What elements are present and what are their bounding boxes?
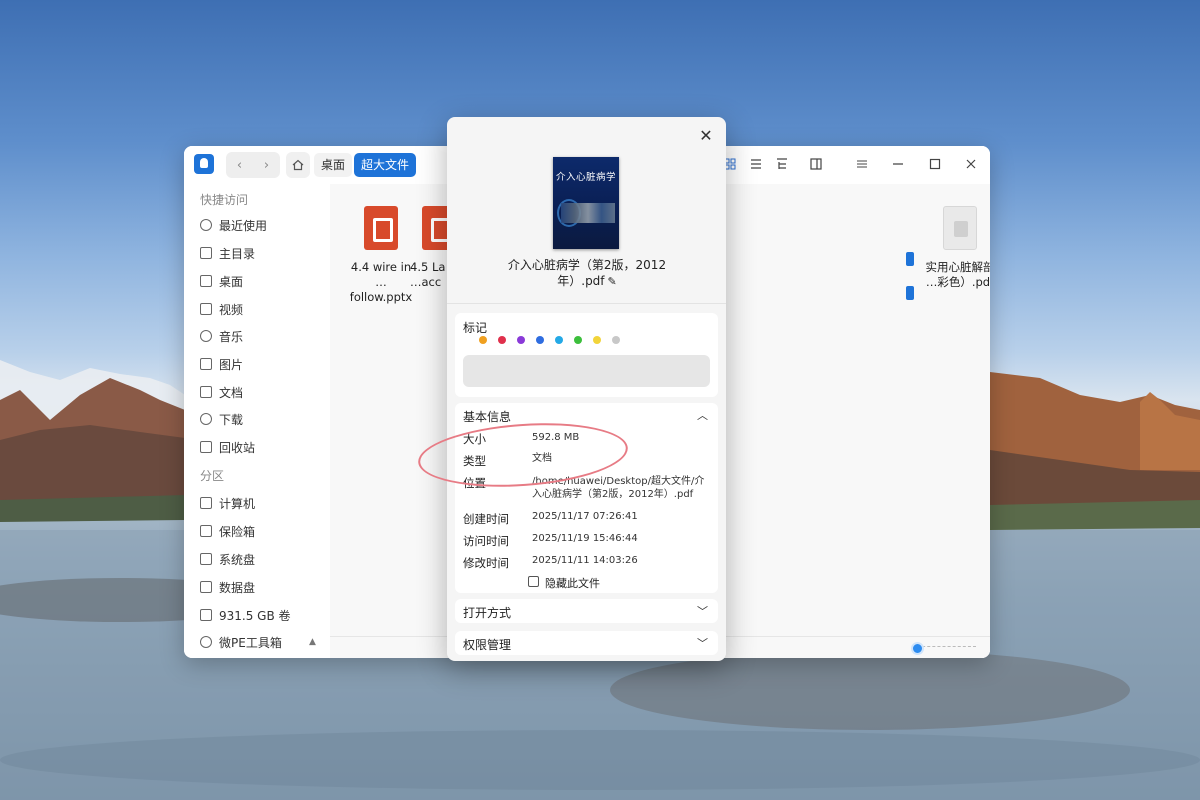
- hide-file-checkbox[interactable]: [528, 576, 539, 587]
- tag-color-gray[interactable]: [612, 336, 620, 344]
- sidebar: 快捷访问 最近使用 主目录 桌面 视频 音乐 图片 文档 下载 回收站 分区 计…: [184, 184, 330, 658]
- info-label-accessed: 访问时间: [463, 534, 509, 548]
- sidebar-item-computer[interactable]: 计算机: [200, 493, 255, 513]
- back-icon[interactable]: ‹: [226, 152, 253, 178]
- download-icon: [200, 413, 212, 425]
- permissions-section[interactable]: 权限管理 ﹀: [455, 631, 718, 655]
- properties-dialog: ✕ 介入心脏病学 介入心脏病学（第2版，2012 年）.pdf ✎ 标记 基本信息…: [447, 117, 726, 661]
- maximize-icon[interactable]: [927, 156, 943, 172]
- forward-icon[interactable]: ›: [253, 152, 280, 178]
- breadcrumb-desktop[interactable]: 桌面: [314, 153, 353, 177]
- computer-icon: [200, 497, 212, 509]
- partition-title: 分区: [200, 469, 225, 483]
- disk-icon: [200, 609, 212, 621]
- sidebar-item-home[interactable]: 主目录: [200, 243, 255, 263]
- file-name: 介入心脏病学（第2版，2012 年）.pdf ✎: [507, 258, 667, 288]
- book-cover-title: 介入心脏病学: [555, 172, 616, 183]
- tag-color-orange[interactable]: [479, 336, 487, 344]
- book-cover-thumbnail: 介入心脏病学: [553, 157, 619, 249]
- menu-icon[interactable]: [854, 156, 870, 172]
- clock-icon: [200, 219, 212, 231]
- pdf-icon: [943, 206, 977, 250]
- quick-access-title: 快捷访问: [200, 193, 249, 207]
- tag-color-yellow[interactable]: [593, 336, 601, 344]
- sidebar-item-pe-toolbox[interactable]: 微PE工具箱: [200, 632, 282, 652]
- chevron-down-icon[interactable]: ﹀: [697, 603, 708, 619]
- eject-icon[interactable]: ▲: [309, 637, 316, 647]
- music-icon: [200, 330, 212, 342]
- vault-icon: [200, 525, 212, 537]
- sidebar-item-desktop[interactable]: 桌面: [200, 271, 243, 291]
- desktop-icon: [200, 275, 212, 287]
- hide-file-label: 隐藏此文件: [545, 577, 600, 590]
- disk-icon: [200, 553, 212, 565]
- tags-card: 标记: [455, 313, 718, 397]
- divider: [447, 303, 726, 304]
- info-value-modified: 2025/11/11 14:03:26: [532, 555, 638, 566]
- edit-pencil-icon[interactable]: ✎: [608, 275, 617, 288]
- close-icon[interactable]: ✕: [696, 125, 716, 145]
- sidebar-item-downloads[interactable]: 下载: [200, 409, 243, 429]
- sidebar-item-volume[interactable]: 931.5 GB 卷: [200, 605, 291, 625]
- info-label-created: 创建时间: [463, 512, 509, 526]
- pptx-icon: [422, 206, 450, 250]
- video-icon: [200, 303, 212, 315]
- open-with-title: 打开方式: [463, 606, 512, 620]
- home-icon[interactable]: [286, 152, 310, 178]
- trash-icon: [200, 441, 212, 453]
- sidebar-item-documents[interactable]: 文档: [200, 382, 243, 402]
- sidebar-item-music[interactable]: 音乐: [200, 326, 243, 346]
- disk-icon: [200, 581, 212, 593]
- sidebar-item-system-disk[interactable]: 系统盘: [200, 549, 255, 569]
- detail-panel-icon[interactable]: [808, 156, 824, 172]
- file-manager-logo-icon: [194, 154, 214, 174]
- pptx-icon: [364, 206, 398, 250]
- sidebar-item-videos[interactable]: 视频: [200, 299, 243, 319]
- cover-image-strip: [561, 203, 615, 223]
- zoom-slider-handle[interactable]: [911, 642, 924, 655]
- tree-view-icon[interactable]: [774, 156, 790, 172]
- chevron-up-icon[interactable]: ︿: [697, 407, 708, 423]
- tag-color-red[interactable]: [498, 336, 506, 344]
- tags-title: 标记: [463, 321, 488, 335]
- chevron-down-icon[interactable]: ﹀: [697, 635, 708, 651]
- home-icon: [200, 247, 212, 259]
- sidebar-item-recent[interactable]: 最近使用: [200, 215, 267, 235]
- tag-input[interactable]: [463, 355, 710, 387]
- sidebar-item-trash[interactable]: 回收站: [200, 437, 255, 457]
- selection-marker: [906, 252, 914, 266]
- file-item[interactable]: 4.4 wire in … follow.pptx: [343, 206, 419, 305]
- file-item[interactable]: 实用心脏解剖 …彩色）.pdf: [920, 206, 990, 290]
- sidebar-item-data-disk[interactable]: 数据盘: [200, 577, 255, 597]
- tag-color-lightblue[interactable]: [555, 336, 563, 344]
- tag-color-green[interactable]: [574, 336, 582, 344]
- selection-marker: [906, 286, 914, 300]
- minimize-icon[interactable]: [890, 156, 906, 172]
- breadcrumb-current[interactable]: 超大文件: [354, 153, 417, 177]
- usb-icon: [200, 636, 212, 648]
- document-icon: [200, 386, 212, 398]
- picture-icon: [200, 358, 212, 370]
- nav-buttons: ‹ ›: [226, 152, 280, 178]
- close-window-icon[interactable]: [963, 156, 979, 172]
- tag-color-purple[interactable]: [517, 336, 525, 344]
- sidebar-item-pictures[interactable]: 图片: [200, 354, 243, 374]
- info-label-modified: 修改时间: [463, 556, 509, 570]
- open-with-section[interactable]: 打开方式 ﹀: [455, 599, 718, 623]
- list-view-icon[interactable]: [748, 156, 764, 172]
- info-value-accessed: 2025/11/19 15:46:44: [532, 533, 638, 544]
- info-value-created: 2025/11/17 07:26:41: [532, 511, 638, 522]
- permissions-title: 权限管理: [463, 638, 512, 652]
- file-item[interactable]: 4.5 La …acc: [410, 206, 450, 290]
- basic-info-title: 基本信息: [463, 410, 512, 424]
- tag-color-blue[interactable]: [536, 336, 544, 344]
- sidebar-item-vault[interactable]: 保险箱: [200, 521, 255, 541]
